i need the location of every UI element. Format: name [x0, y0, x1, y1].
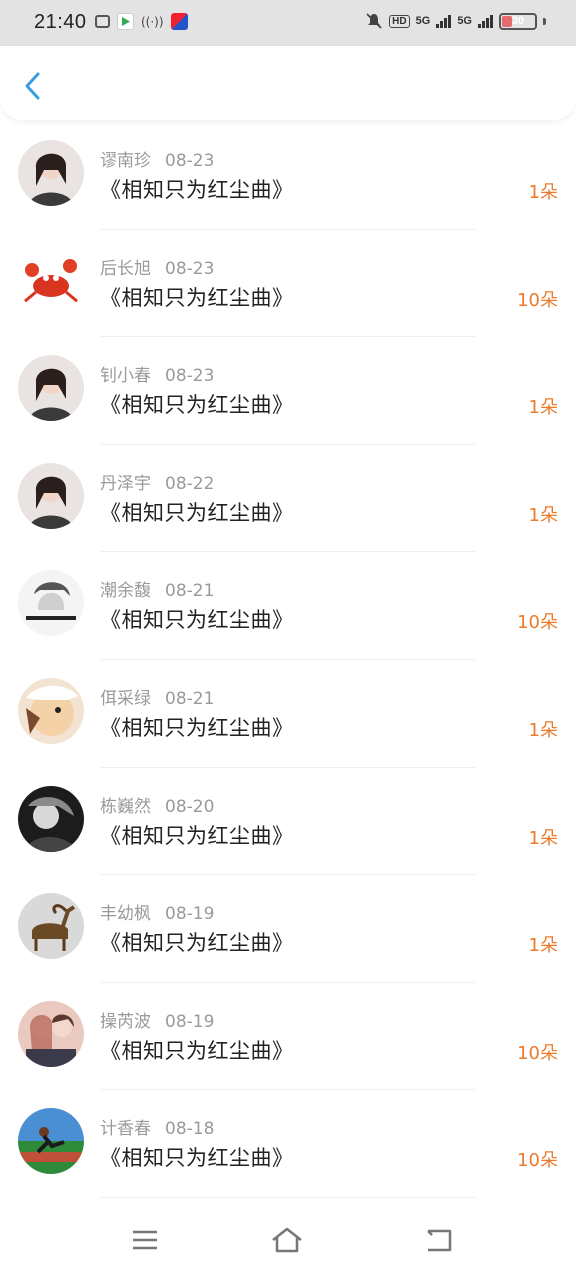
status-right: HD 5G 5G 30	[365, 12, 546, 30]
send-date: 08-20	[165, 796, 215, 817]
sender-name[interactable]: 操芮波	[100, 1012, 151, 1032]
avatar[interactable]	[18, 677, 84, 744]
network-label-2: 5G	[457, 15, 472, 27]
record-row[interactable]: 钊小春 08-23 《相知只为红尘曲》 1朵	[0, 337, 576, 445]
play-store-icon	[117, 13, 134, 30]
avatar[interactable]	[18, 140, 84, 206]
avatar[interactable]	[18, 355, 84, 422]
signal-icon	[436, 14, 452, 28]
send-date: 08-21	[165, 688, 215, 709]
battery-level: 30	[511, 15, 525, 27]
song-title[interactable]: 《相知只为红尘曲》	[100, 174, 294, 204]
sender-name[interactable]: 潮余馥	[100, 581, 151, 601]
sender-name[interactable]: 丹泽宇	[100, 474, 151, 494]
sender-name[interactable]: 栋巍然	[100, 797, 151, 817]
flower-count: 1朵	[528, 182, 558, 203]
avatar[interactable]	[18, 247, 84, 314]
sender-name[interactable]: 丰幼枫	[100, 904, 151, 924]
send-date: 08-18	[165, 1119, 215, 1140]
flower-count: 1朵	[528, 504, 558, 526]
record-row[interactable]: 佴采绿 08-21 《相知只为红尘曲》 1朵	[0, 660, 576, 768]
sender-line: 谬南珍 08-23	[100, 146, 214, 171]
sender-line: 佴采绿 08-21	[100, 684, 214, 709]
hd-badge: HD	[389, 14, 410, 28]
notification-icons: ((·))	[95, 13, 188, 30]
send-date: 08-22	[165, 473, 215, 494]
status-bar: 21:40 ((·)) HD 5G 5G 30	[0, 0, 576, 46]
menu-button[interactable]	[128, 1226, 162, 1254]
avatar[interactable]	[18, 893, 84, 960]
sender-line: 计香春 08-18	[100, 1114, 214, 1139]
send-date: 08-19	[165, 1011, 215, 1032]
flower-count: 1朵	[528, 719, 558, 741]
send-date: 08-23	[165, 151, 215, 171]
flower-count: 1朵	[528, 827, 558, 849]
record-row[interactable]: 丰幼枫 08-19 《相知只为红尘曲》 1朵	[0, 875, 576, 983]
song-title[interactable]: 《相知只为红尘曲》	[100, 927, 294, 957]
record-row[interactable]: 丹泽宇 08-22 《相知只为红尘曲》 1朵	[0, 445, 576, 553]
back-icon	[427, 1229, 452, 1252]
sender-line: 丹泽宇 08-22	[100, 469, 214, 494]
flower-count: 10朵	[517, 1150, 558, 1172]
song-title[interactable]: 《相知只为红尘曲》	[100, 820, 294, 850]
avatar[interactable]	[18, 1000, 84, 1067]
flower-count: 10朵	[517, 1042, 558, 1064]
avatar[interactable]	[18, 462, 84, 529]
sender-name[interactable]: 计香春	[100, 1119, 151, 1139]
back-nav-button[interactable]	[422, 1226, 456, 1254]
flower-count: 10朵	[517, 289, 558, 311]
send-date: 08-21	[165, 581, 215, 602]
sender-line: 钊小春 08-23	[100, 361, 214, 386]
sender-line: 后长旭 08-23	[100, 254, 214, 279]
song-title[interactable]: 《相知只为红尘曲》	[100, 1142, 294, 1172]
page-header	[0, 46, 576, 120]
status-time: 21:40	[34, 11, 87, 33]
record-row[interactable]: 栋巍然 08-20 《相知只为红尘曲》 1朵	[0, 768, 576, 876]
flower-count: 1朵	[528, 935, 558, 957]
app-notification-icon	[95, 15, 110, 28]
song-title[interactable]: 《相知只为红尘曲》	[100, 1035, 294, 1065]
sender-line: 栋巍然 08-20	[100, 792, 214, 817]
hotspot-icon: ((·))	[141, 14, 164, 29]
sender-name[interactable]: 钊小春	[100, 366, 151, 386]
song-title[interactable]: 《相知只为红尘曲》	[100, 389, 294, 419]
battery-icon: 30	[499, 12, 537, 30]
sender-name[interactable]: 谬南珍	[100, 151, 151, 171]
home-button[interactable]	[270, 1226, 304, 1254]
system-nav-bar	[0, 1200, 576, 1280]
avatar[interactable]	[18, 1108, 84, 1175]
network-label: 5G	[415, 15, 431, 27]
sender-line: 丰幼枫 08-19	[100, 899, 214, 924]
sender-name[interactable]: 佴采绿	[100, 689, 151, 709]
send-date: 08-23	[165, 258, 215, 279]
sender-line: 潮余馥 08-21	[100, 576, 214, 601]
flower-count: 10朵	[517, 612, 558, 634]
divider	[100, 1196, 476, 1198]
back-button[interactable]	[18, 68, 48, 104]
send-date: 08-23	[165, 366, 215, 387]
signal-icon-2	[478, 14, 493, 28]
send-date: 08-19	[165, 904, 215, 925]
back-chevron-icon	[25, 72, 40, 100]
avatar[interactable]	[18, 570, 84, 637]
home-icon	[272, 1227, 302, 1253]
sender-name[interactable]: 后长旭	[100, 259, 151, 279]
gift-record-list: 谬南珍 08-23 《相知只为红尘曲》 1朵 后长旭 08-23 《相知只为红尘曲》 10朵钊…	[0, 122, 576, 1198]
song-title[interactable]: 《相知只为红尘曲》	[100, 712, 294, 742]
record-row[interactable]: 操芮波 08-19 《相知只为红尘曲》 10朵	[0, 983, 576, 1091]
battery-tip	[543, 17, 546, 25]
app-icon	[170, 13, 188, 30]
avatar[interactable]	[18, 785, 84, 852]
flower-count: 1朵	[528, 397, 558, 419]
mute-icon	[366, 13, 382, 29]
record-row[interactable]: 计香春 08-18 《相知只为红尘曲》 10朵	[0, 1090, 576, 1198]
menu-icon	[133, 1230, 157, 1250]
sender-line: 操芮波 08-19	[100, 1007, 214, 1032]
song-title[interactable]: 《相知只为红尘曲》	[100, 604, 294, 634]
song-title[interactable]: 《相知只为红尘曲》	[100, 282, 294, 312]
record-row[interactable]: 谬南珍 08-23 《相知只为红尘曲》 1朵	[0, 122, 576, 230]
record-row[interactable]: 潮余馥 08-21 《相知只为红尘曲》 10朵	[0, 552, 576, 660]
song-title[interactable]: 《相知只为红尘曲》	[100, 497, 294, 527]
record-row[interactable]: 后长旭 08-23 《相知只为红尘曲》 10朵	[0, 230, 576, 338]
